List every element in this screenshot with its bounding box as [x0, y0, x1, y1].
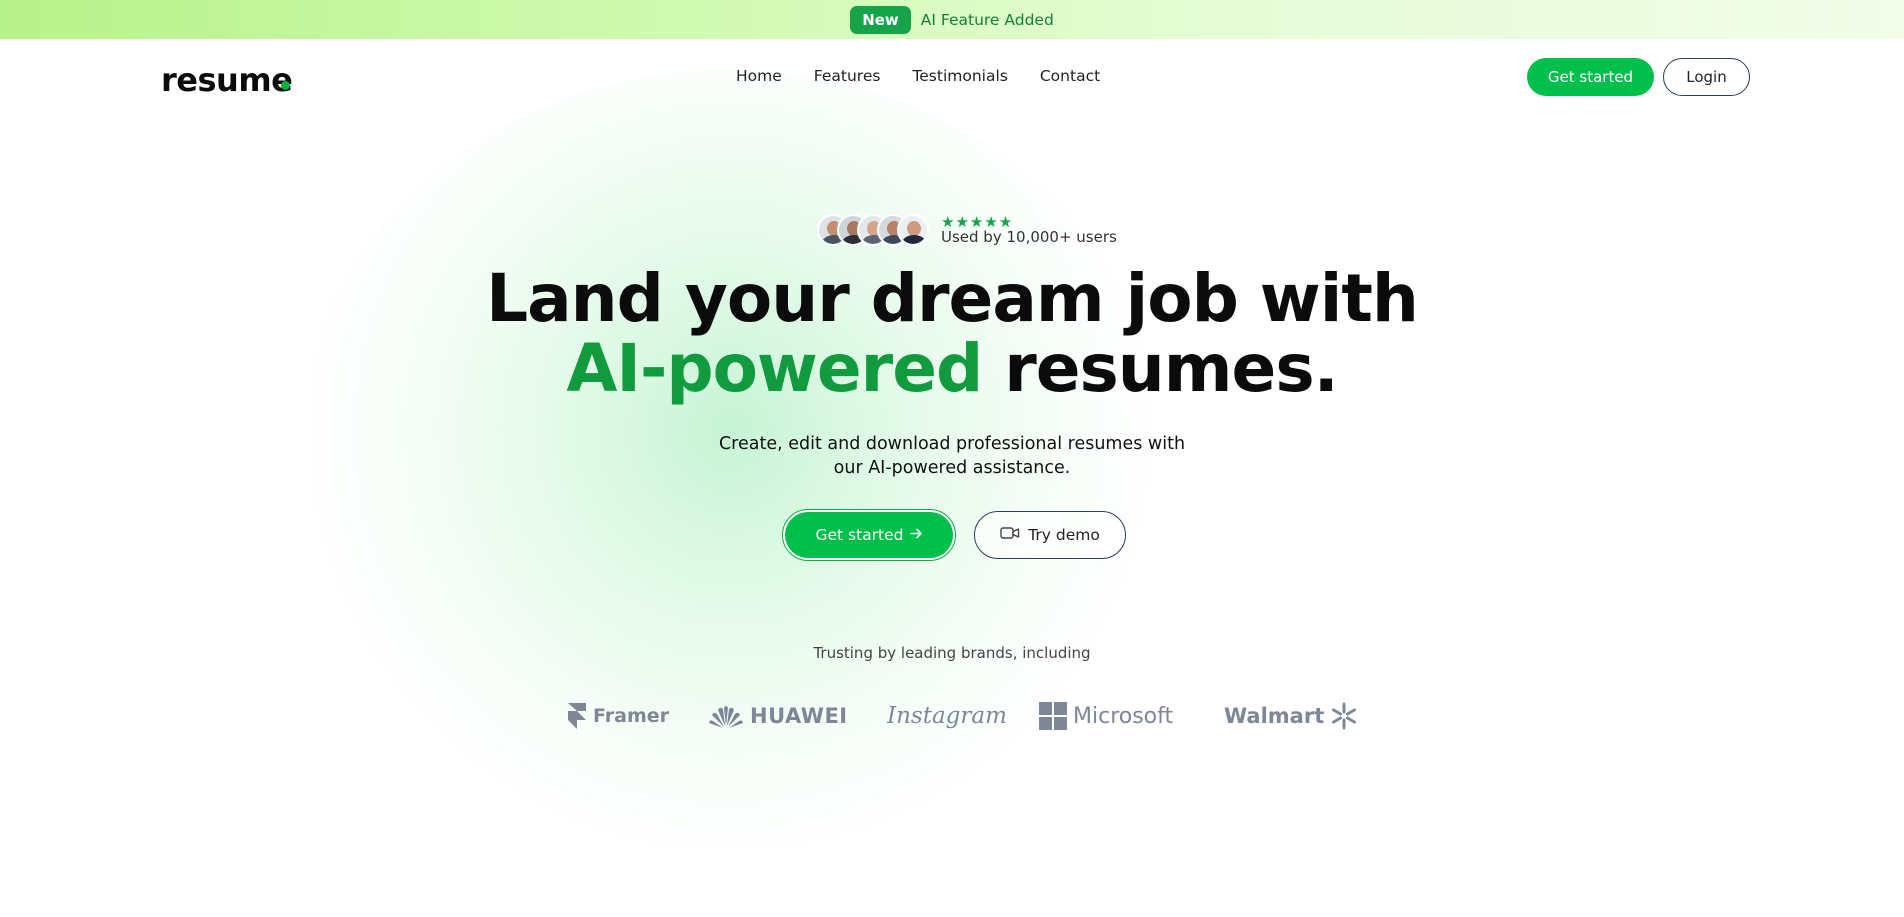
hero-headline-line2: AI-powered resumes.	[0, 336, 1904, 402]
walmart-logo: Walmart	[1224, 698, 1358, 734]
nav-features[interactable]: Features	[814, 67, 881, 85]
user-avatars	[817, 214, 929, 246]
announcement-message[interactable]: AI Feature Added	[921, 11, 1054, 29]
nav-contact[interactable]: Contact	[1040, 67, 1100, 85]
logo[interactable]: resume	[161, 61, 293, 99]
social-proof: ★★★★★ Used by 10,000+ users	[817, 213, 1137, 249]
arrow-right-icon	[909, 526, 923, 544]
nav-home[interactable]: Home	[736, 67, 782, 85]
instagram-logo: Instagram	[887, 703, 1007, 729]
logo-dot	[281, 81, 290, 90]
microsoft-logo: Microsoft	[1039, 698, 1173, 734]
announcement-bar[interactable]: New AI Feature Added	[0, 0, 1904, 39]
avatar	[897, 214, 929, 246]
get-started-label: Get started	[815, 526, 904, 544]
headline-rest: resumes.	[982, 330, 1338, 407]
nav-testimonials[interactable]: Testimonials	[912, 67, 1007, 85]
hero-subtitle-line2: our AI-powered assistance.	[833, 458, 1071, 478]
header-get-started-button[interactable]: Get started	[1527, 58, 1654, 96]
video-camera-icon	[1000, 526, 1020, 544]
try-demo-button[interactable]: Try demo	[974, 511, 1126, 559]
brands-caption: Trusting by leading brands, including	[813, 644, 1091, 662]
huawei-logo: HUAWEI	[708, 698, 848, 734]
try-demo-label: Try demo	[1028, 526, 1100, 544]
hero-get-started-button[interactable]: Get started	[782, 509, 956, 561]
brand-logos: Framer HUAWEI Instagram Microsoft Walmar…	[567, 698, 1357, 738]
login-button[interactable]: Login	[1663, 58, 1750, 96]
framer-logo: Framer	[567, 698, 669, 734]
main-nav: Home Features Testimonials Contact	[736, 67, 1100, 85]
headline-accent: AI-powered	[566, 330, 983, 407]
used-by-text: Used by 10,000+ users	[941, 228, 1117, 246]
new-badge: New	[850, 5, 911, 34]
site-header: resume Home Features Testimonials Contac…	[0, 39, 1904, 115]
hero-headline-line1: Land your dream job with	[486, 260, 1419, 337]
hero-subtitle-line1: Create, edit and download professional r…	[718, 434, 1186, 454]
